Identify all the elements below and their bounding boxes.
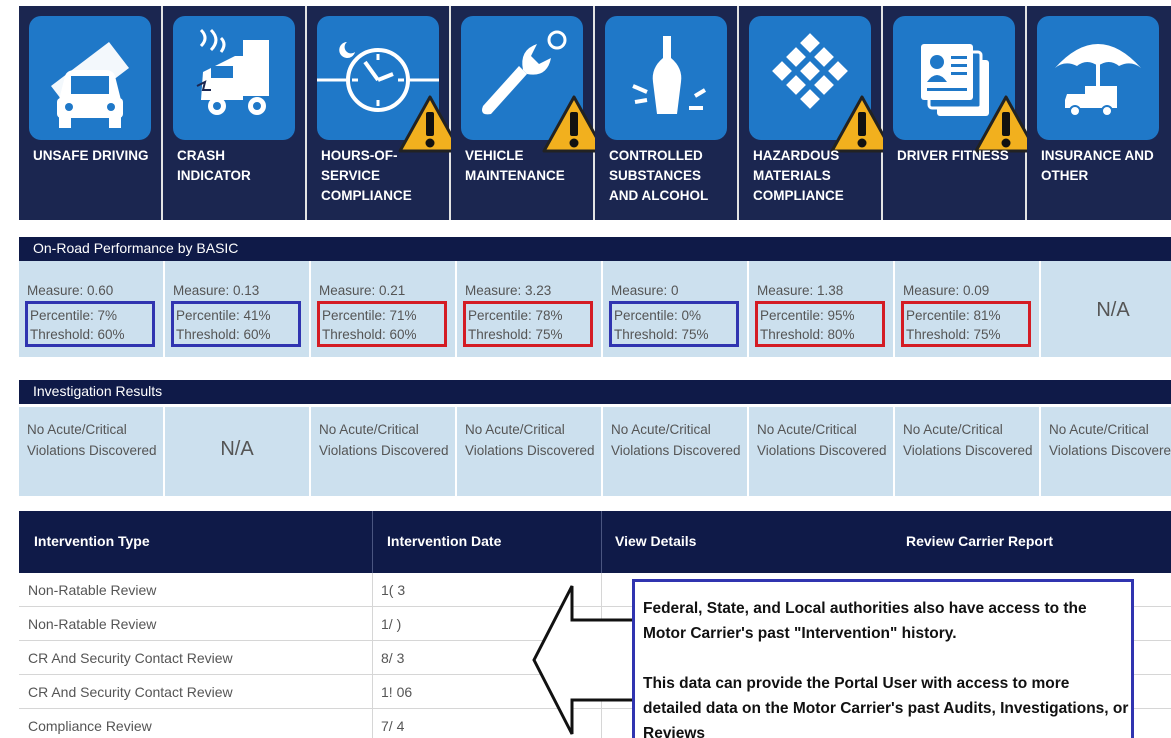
percentile-value: Percentile: 95% <box>760 308 855 323</box>
performance-cell: Measure: 1.38 Percentile: 95% Threshold:… <box>749 261 893 357</box>
performance-cell: Measure: 0.60 Percentile: 7% Threshold: … <box>19 261 163 357</box>
intervention-date-cell: 1! 06 <box>381 684 413 700</box>
column-view-details[interactable]: View Details <box>615 533 696 549</box>
basic-label: VEHICLE MAINTENANCE <box>465 148 565 183</box>
intervention-date-cell: 7/ 4 <box>381 718 405 734</box>
basic-hazardous-materials[interactable]: HAZARDOUS MATERIALS COMPLIANCE <box>739 6 894 220</box>
annotation-callout: Federal, State, and Local authorities al… <box>632 579 1134 738</box>
on-road-performance-row: Measure: 0.60 Percentile: 7% Threshold: … <box>19 261 1171 357</box>
percentile-threshold-box: Percentile: 7% Threshold: 60% <box>25 301 155 347</box>
percentile-threshold-box: Percentile: 81% Threshold: 75% <box>901 301 1031 347</box>
threshold-value: Threshold: 60% <box>176 327 271 342</box>
not-applicable-text: N/A <box>220 438 254 460</box>
investigation-cell: No Acute/Critical Violations Discovered <box>457 407 601 496</box>
intervention-type-cell: Compliance Review <box>28 718 152 734</box>
intervention-type-cell: Non-Ratable Review <box>28 616 157 632</box>
insurance-icon <box>1037 16 1159 140</box>
investigation-cell: No Acute/Critical Violations Discovered <box>603 407 747 496</box>
basic-hours-of-service[interactable]: HOURS-OF-SERVICE COMPLIANCE <box>307 6 462 220</box>
basic-label: HAZARDOUS MATERIALS COMPLIANCE <box>753 148 844 203</box>
basic-vehicle-maintenance[interactable]: VEHICLE MAINTENANCE <box>451 6 606 220</box>
basic-controlled-substances[interactable]: CONTROLLED SUBSTANCES AND ALCOHOL <box>595 6 739 220</box>
on-road-performance-header: On-Road Performance by BASIC <box>19 237 1171 261</box>
investigation-cell: No Acute/Critical Violations Discovered <box>895 407 1039 496</box>
basic-label: CRASH INDICATOR <box>177 148 251 183</box>
percentile-threshold-box: Percentile: 71% Threshold: 60% <box>317 301 447 347</box>
percentile-value: Percentile: 81% <box>906 308 1001 323</box>
measure-value: Measure: 0.13 <box>173 283 260 298</box>
intervention-type-cell: CR And Security Contact Review <box>28 650 233 666</box>
basic-label: UNSAFE DRIVING <box>33 148 149 163</box>
percentile-threshold-box: Percentile: 95% Threshold: 80% <box>755 301 885 347</box>
measure-value: Measure: 0 <box>611 283 679 298</box>
measure-value: Measure: 0.09 <box>903 283 990 298</box>
performance-cell: Measure: 0 Percentile: 0% Threshold: 75% <box>603 261 747 357</box>
percentile-threshold-box: Percentile: 41% Threshold: 60% <box>171 301 301 347</box>
left-arrow-icon <box>532 585 640 735</box>
controlled-substances-icon <box>605 16 727 140</box>
measure-value: Measure: 3.23 <box>465 283 552 298</box>
threshold-value: Threshold: 75% <box>468 327 563 342</box>
basic-unsafe-driving[interactable]: UNSAFE DRIVING <box>19 6 163 220</box>
intervention-date-cell: 1( 3 <box>381 582 406 598</box>
performance-cell: Measure: 3.23 Percentile: 78% Threshold:… <box>457 261 601 357</box>
threshold-value: Threshold: 60% <box>30 327 125 342</box>
callout-text-1: Federal, State, and Local authorities al… <box>643 600 1087 642</box>
performance-cell: N/A <box>1041 261 1171 357</box>
threshold-value: Threshold: 75% <box>906 327 1001 342</box>
percentile-threshold-box: Percentile: 0% Threshold: 75% <box>609 301 739 347</box>
intervention-type-cell: CR And Security Contact Review <box>28 684 233 700</box>
table-header: Intervention Type Intervention Date View… <box>19 511 1171 573</box>
measure-value: Measure: 1.38 <box>757 283 844 298</box>
investigation-results-header: Investigation Results <box>19 380 1171 404</box>
not-applicable-text: N/A <box>1096 299 1130 321</box>
basic-driver-fitness[interactable]: DRIVER FITNESS <box>883 6 1038 220</box>
intervention-date-cell: 1/ ) <box>381 616 402 632</box>
threshold-value: Threshold: 60% <box>322 327 417 342</box>
basic-label: DRIVER FITNESS <box>897 148 1009 163</box>
investigation-cell: N/A <box>165 407 309 496</box>
basic-crash-indicator[interactable]: CRASH INDICATOR <box>163 6 307 220</box>
performance-cell: Measure: 0.13 Percentile: 41% Threshold:… <box>165 261 309 357</box>
basic-label: HOURS-OF-SERVICE COMPLIANCE <box>321 148 412 203</box>
column-review-carrier-report[interactable]: Review Carrier Report <box>906 533 1053 549</box>
unsafe-driving-icon <box>29 16 151 140</box>
performance-cell: Measure: 0.09 Percentile: 81% Threshold:… <box>895 261 1039 357</box>
basic-label: INSURANCE AND OTHER <box>1041 148 1154 183</box>
investigation-cell: No Acute/Critical Violations Discovered <box>311 407 455 496</box>
basic-insurance-other[interactable]: INSURANCE AND OTHER <box>1027 6 1171 220</box>
performance-cell: Measure: 0.21 Percentile: 71% Threshold:… <box>311 261 455 357</box>
column-intervention-date[interactable]: Intervention Date <box>387 533 501 549</box>
callout-text-2: This data can provide the Portal User wi… <box>643 675 1129 738</box>
percentile-threshold-box: Percentile: 78% Threshold: 75% <box>463 301 593 347</box>
investigation-cell: No Acute/Critical Violations Discovered <box>749 407 893 496</box>
column-intervention-type[interactable]: Intervention Type <box>34 533 150 549</box>
investigation-cell: No Acute/Critical Violations Discovered <box>19 407 163 496</box>
crash-indicator-icon <box>173 16 295 140</box>
percentile-value: Percentile: 41% <box>176 308 271 323</box>
measure-value: Measure: 0.60 <box>27 283 114 298</box>
intervention-type-cell: Non-Ratable Review <box>28 582 157 598</box>
percentile-value: Percentile: 78% <box>468 308 563 323</box>
measure-value: Measure: 0.21 <box>319 283 406 298</box>
basic-categories-bar: UNSAFE DRIVING CRASH INDICATOR HOURS-OF-… <box>19 6 1171 220</box>
threshold-value: Threshold: 75% <box>614 327 709 342</box>
percentile-value: Percentile: 71% <box>322 308 417 323</box>
percentile-value: Percentile: 0% <box>614 308 702 323</box>
basic-label: CONTROLLED SUBSTANCES AND ALCOHOL <box>609 148 709 203</box>
percentile-value: Percentile: 7% <box>30 308 118 323</box>
threshold-value: Threshold: 80% <box>760 327 855 342</box>
investigation-results-row: No Acute/Critical Violations Discovered … <box>19 407 1171 496</box>
intervention-date-cell: 8/ 3 <box>381 650 405 666</box>
investigation-cell: No Acute/Critical Violations Discovered <box>1041 407 1171 496</box>
